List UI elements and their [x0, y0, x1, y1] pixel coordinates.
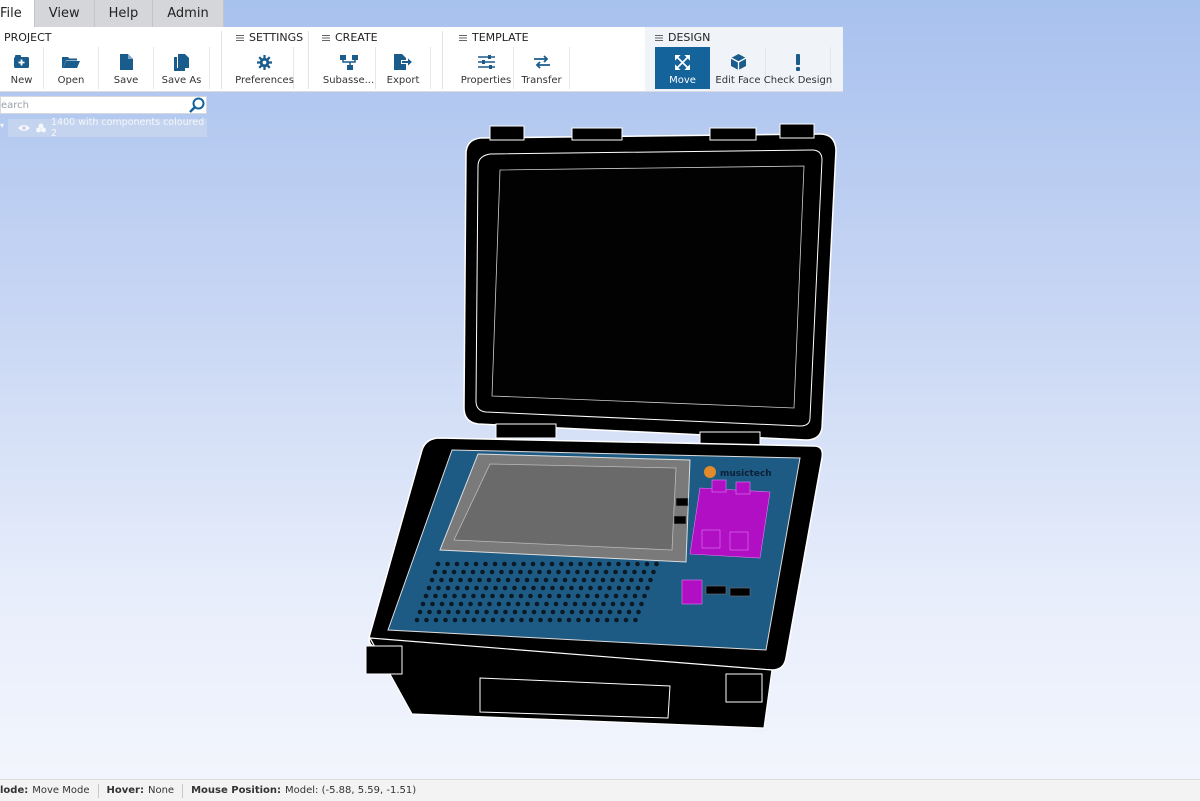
- project-group: PROJECT New Open Save Save As: [0, 27, 220, 91]
- menu-tab-admin[interactable]: Admin: [153, 0, 224, 27]
- transfer-button-label: Transfer: [521, 75, 562, 86]
- hierarchy-icon: [339, 51, 358, 73]
- save-button-label: Save: [113, 75, 139, 86]
- create-group: CREATE Subasse... Export: [322, 27, 442, 91]
- ribbon: PROJECT New Open Save Save As SETTINGS P…: [0, 27, 843, 92]
- gear-icon: [257, 51, 272, 73]
- properties-button[interactable]: Properties: [459, 47, 514, 89]
- new-button[interactable]: New: [0, 47, 44, 89]
- create-group-title: CREATE: [322, 31, 378, 44]
- edit-face-button-label: Edit Face: [715, 75, 761, 86]
- template-group-title: TEMPLATE: [459, 31, 529, 44]
- brand-label: musictech: [720, 469, 772, 479]
- status-hover-value: None: [147, 784, 175, 796]
- case-model: musictech: [365, 123, 837, 729]
- transfer-button[interactable]: Transfer: [514, 47, 570, 89]
- case-lid: [463, 123, 837, 441]
- settings-group-title: SETTINGS: [236, 31, 303, 44]
- tree-expand-icon[interactable]: ▾: [0, 121, 4, 130]
- new-file-icon: [13, 51, 30, 73]
- export-button-label: Export: [386, 75, 420, 86]
- tree-item-model[interactable]: 1400 with components coloured 2: [8, 117, 207, 139]
- move-arrows-icon: [675, 51, 690, 73]
- new-button-label: New: [10, 75, 33, 86]
- subassembly-button[interactable]: Subasse...: [322, 47, 376, 89]
- project-group-title: PROJECT: [4, 31, 52, 44]
- export-icon: [394, 51, 412, 73]
- settings-group: SETTINGS Preferences: [235, 27, 308, 91]
- group-divider: [442, 31, 443, 89]
- status-hover-label: Hover:: [106, 784, 144, 796]
- status-mode-value: Move Mode: [32, 784, 90, 796]
- case-base: musictech: [365, 437, 824, 729]
- open-button[interactable]: Open: [44, 47, 99, 89]
- copy-files-icon: [174, 51, 189, 73]
- transfer-arrows-icon: [533, 51, 551, 73]
- export-button[interactable]: Export: [376, 47, 431, 89]
- template-group: TEMPLATE Properties Transfer: [459, 27, 639, 91]
- folder-open-icon: [62, 51, 80, 73]
- move-button[interactable]: Move: [655, 47, 710, 89]
- model-display: [439, 453, 691, 563]
- tree-item-label: 1400 with components coloured 2: [51, 117, 205, 139]
- save-button[interactable]: Save: [99, 47, 154, 89]
- search-icon[interactable]: [189, 97, 205, 116]
- file-icon: [119, 51, 133, 73]
- subassembly-button-label: Subasse...: [322, 75, 375, 86]
- menu-tab-help[interactable]: Help: [94, 0, 154, 27]
- cube-icon: [730, 51, 746, 73]
- status-bar: lode: Move Mode Hover: None Mouse Positi…: [0, 779, 1200, 801]
- design-group-title: DESIGN: [655, 31, 710, 44]
- check-design-button-label: Check Design: [763, 75, 833, 86]
- eye-icon[interactable]: [18, 124, 30, 132]
- brand-logo-icon: [704, 466, 716, 478]
- open-button-label: Open: [57, 75, 85, 86]
- grip-icon: [655, 34, 663, 41]
- menu-tab-file[interactable]: File: [0, 0, 35, 27]
- group-divider: [308, 31, 309, 89]
- grip-icon: [459, 34, 467, 41]
- design-group: DESIGN Move Edit Face Check Design: [655, 27, 843, 91]
- menu-bar: File View Help Admin: [0, 0, 224, 27]
- status-mode: lode: Move Mode: [0, 783, 99, 798]
- menu-tab-view[interactable]: View: [34, 0, 95, 27]
- search-box: [0, 96, 207, 114]
- properties-button-label: Properties: [460, 75, 512, 86]
- edit-face-button[interactable]: Edit Face: [711, 47, 766, 89]
- status-mode-label: lode:: [0, 784, 29, 796]
- save-as-button-label: Save As: [161, 75, 202, 86]
- grip-icon: [236, 34, 244, 41]
- search-input[interactable]: [1, 97, 189, 113]
- move-button-label: Move: [669, 75, 696, 86]
- group-divider: [221, 31, 222, 89]
- status-hover: Hover: None: [99, 783, 184, 798]
- status-mouse-label: Mouse Position:: [191, 784, 282, 796]
- preferences-button-label: Preferences: [235, 75, 294, 86]
- save-as-button[interactable]: Save As: [154, 47, 210, 89]
- assembly-icon: [36, 123, 46, 133]
- grip-icon: [322, 34, 330, 41]
- check-design-button[interactable]: Check Design: [763, 47, 833, 89]
- status-mouse-value: Model: (-5.88, 5.59, -1.51): [285, 784, 417, 796]
- preferences-button[interactable]: Preferences: [235, 47, 294, 89]
- status-mouse-position: Mouse Position: Model: (-5.88, 5.59, -1.…: [183, 784, 424, 798]
- exclamation-icon: [795, 51, 801, 73]
- sliders-icon: [477, 51, 495, 73]
- viewport-3d[interactable]: musictech: [340, 118, 860, 748]
